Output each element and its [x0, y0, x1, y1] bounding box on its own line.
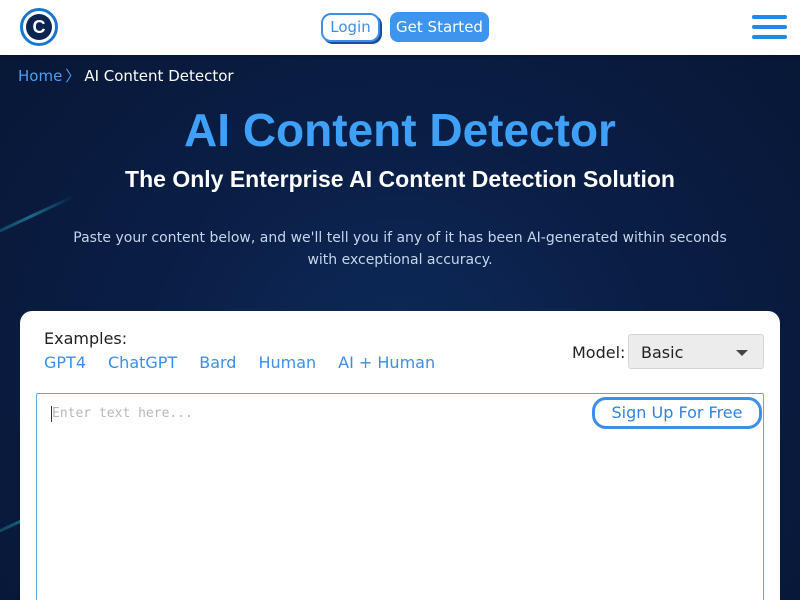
example-gpt4-link[interactable]: GPT4 — [44, 353, 86, 372]
model-select-value: Basic — [641, 343, 684, 362]
example-human-link[interactable]: Human — [258, 353, 316, 372]
logo-letter: C — [26, 14, 52, 40]
breadcrumb-separator: 〉 — [65, 67, 81, 85]
login-button[interactable]: Login — [321, 13, 380, 42]
intro-description: Paste your content below, and we'll tell… — [73, 230, 727, 268]
breadcrumb-current: AI Content Detector — [84, 67, 234, 85]
content-text-input[interactable]: Enter text here... Sign Up For Free — [36, 393, 764, 600]
example-ai-human-link[interactable]: AI + Human — [338, 353, 435, 372]
logo-icon[interactable]: C — [20, 8, 58, 46]
get-started-button[interactable]: Get Started — [390, 12, 489, 42]
page-title: AI Content Detector — [184, 104, 616, 156]
example-chatgpt-link[interactable]: ChatGPT — [108, 353, 177, 372]
hamburger-menu-icon[interactable] — [752, 15, 787, 39]
examples-label: Examples: — [44, 329, 128, 348]
detector-card: Examples: GPT4 ChatGPT Bard Human AI + H… — [20, 311, 780, 600]
page-subtitle: The Only Enterprise AI Content Detection… — [125, 166, 675, 192]
model-label: Model: — [572, 343, 626, 362]
example-bard-link[interactable]: Bard — [199, 353, 236, 372]
caret-down-icon — [736, 350, 748, 356]
sign-up-button[interactable]: Sign Up For Free — [592, 397, 762, 429]
text-input-placeholder: Enter text here... — [52, 406, 193, 421]
examples-list: GPT4 ChatGPT Bard Human AI + Human — [44, 353, 457, 372]
breadcrumb-home-link[interactable]: Home — [18, 67, 62, 85]
background-streak — [0, 194, 76, 249]
breadcrumb: Home 〉 AI Content Detector — [18, 65, 234, 86]
model-select[interactable]: Basic — [628, 334, 764, 369]
top-nav: C Login Get Started — [0, 0, 800, 55]
